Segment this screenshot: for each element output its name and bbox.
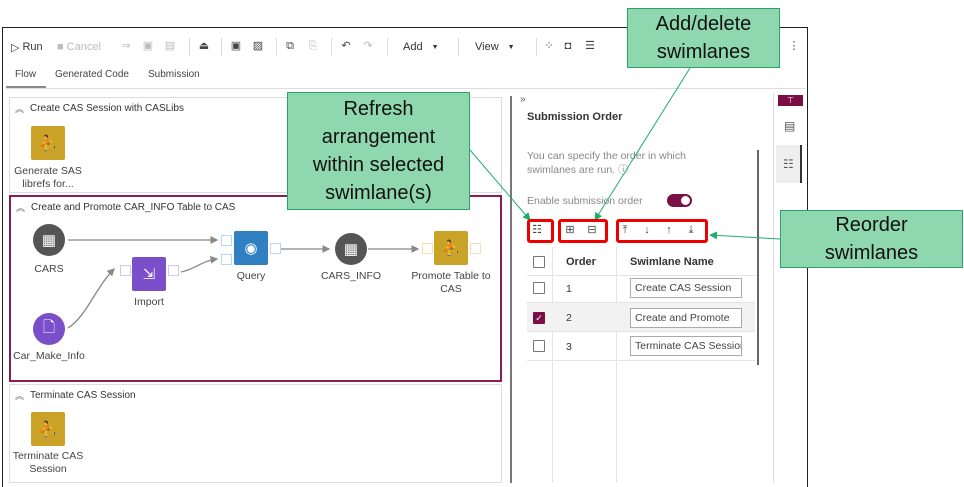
callout-reorder: Reorder swimlanes <box>780 210 963 268</box>
add-delete-highlight <box>558 219 608 243</box>
callout-add-delete: Add/delete swimlanes <box>627 8 780 68</box>
reorder-highlight <box>616 219 708 243</box>
callout-refresh: Refresh arrangement within selected swim… <box>287 92 470 210</box>
refresh-highlight <box>527 219 554 243</box>
